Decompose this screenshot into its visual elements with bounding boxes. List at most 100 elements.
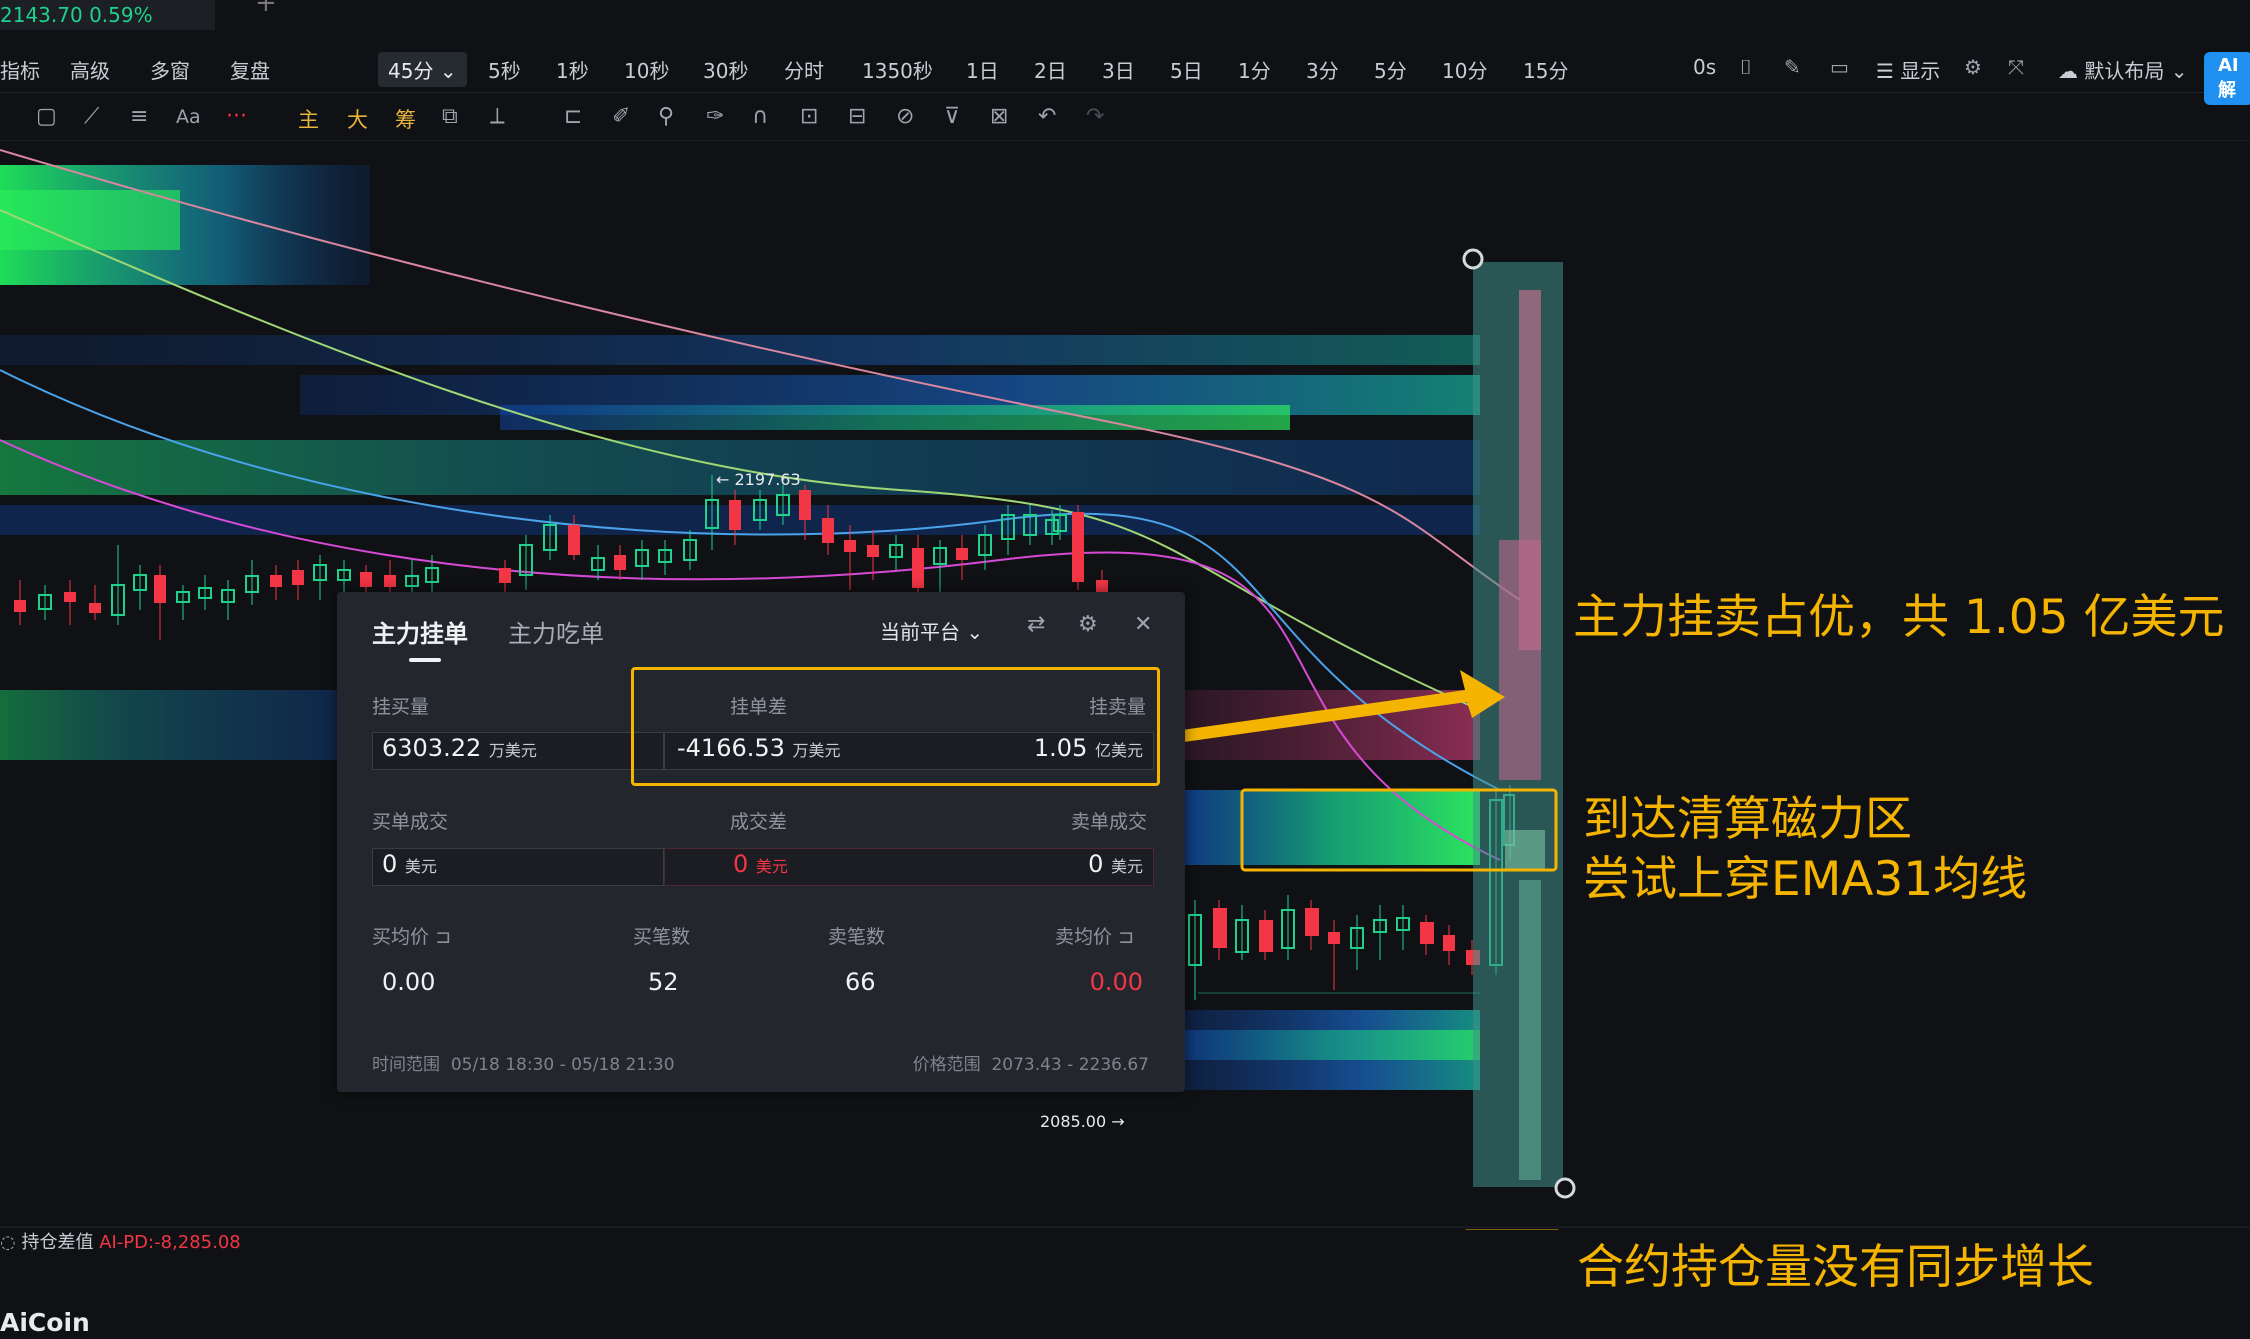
redo-icon[interactable]: ↷: [1086, 104, 1104, 129]
sell-fill-value: 0 美元: [1088, 850, 1143, 878]
layout-select[interactable]: ☁ 默认布局 ⌄: [2058, 55, 2187, 84]
interval-timeshare[interactable]: 分时: [784, 55, 824, 84]
lock-icon[interactable]: ⊡: [800, 104, 818, 129]
tab-main-orders[interactable]: 主力挂单: [372, 614, 468, 649]
time-range-label: 时间范围: [372, 1055, 440, 1075]
interval-select-label: 45分: [388, 59, 434, 83]
line-tool-icon[interactable]: ⟋: [84, 104, 99, 129]
low-price-label: 2085.00 →: [1040, 1112, 1125, 1131]
buy-orders-value: 6303.22 万美元: [382, 734, 537, 762]
buy-orders-number: 6303.22: [382, 734, 482, 762]
parallel-lines-icon[interactable]: ≡: [130, 104, 148, 129]
price-range: 价格范围 2073.43 - 2236.67: [913, 1050, 1149, 1075]
platform-select[interactable]: 当前平台 ⌄: [880, 616, 983, 645]
swap-icon[interactable]: ⇄: [1027, 612, 1045, 637]
interval-1m[interactable]: 1分: [1238, 55, 1271, 84]
display-label: 显示: [1900, 59, 1941, 83]
aicoin-logo: AiCoin: [0, 1308, 90, 1337]
main-force-button[interactable]: 主: [298, 104, 319, 134]
settings-icon[interactable]: ⚙: [1078, 612, 1098, 637]
tag-icon[interactable]: ⊐: [435, 926, 451, 948]
chips-button[interactable]: 筹: [395, 104, 416, 134]
fill-diff-number: 0: [733, 850, 749, 878]
sell-avg-value: 0.00: [1089, 968, 1143, 996]
pen-icon[interactable]: ✎: [1784, 55, 1801, 79]
tab-main-fills[interactable]: 主力吃单: [508, 614, 604, 649]
countdown-label[interactable]: 0s: [1693, 55, 1716, 79]
open-interest-header: ◌ 持仓差值 AI-PD:-8,285.08: [0, 1228, 241, 1254]
interval-10s[interactable]: 10秒: [624, 55, 669, 84]
text-tool-icon[interactable]: Aa: [176, 106, 201, 128]
settings-icon[interactable]: ⚙: [1964, 55, 1982, 79]
subpanel-title: 持仓差值: [21, 1232, 94, 1253]
subpanel-value: AI-PD:-8,285.08: [99, 1232, 241, 1253]
interval-10m[interactable]: 10分: [1442, 55, 1487, 84]
brush-icon[interactable]: ✑: [706, 104, 724, 129]
camera-icon[interactable]: ⌷: [1740, 55, 1752, 79]
display-button[interactable]: ☰ 显示: [1876, 55, 1940, 84]
chevron-down-icon: ⌄: [2170, 59, 2188, 83]
interval-15m[interactable]: 15分: [1523, 55, 1568, 84]
magnet-icon[interactable]: ∩: [752, 104, 768, 129]
multi-window-button[interactable]: 多窗: [150, 55, 190, 84]
high-price-label: ← 2197.63: [716, 470, 801, 489]
platform-label: 当前平台: [880, 620, 960, 644]
fill-diff-label: 成交差: [730, 811, 788, 833]
buy-fill-number: 0: [382, 850, 398, 878]
indicator-button[interactable]: 指标: [0, 55, 40, 84]
fullscreen-icon[interactable]: ⤧: [2008, 55, 2024, 79]
chevron-down-icon: ⌄: [966, 620, 984, 644]
sell-fill-unit: 美元: [1110, 857, 1143, 876]
clone-icon[interactable]: ⧉: [442, 104, 458, 129]
sell-avg-text: 卖均价: [1055, 926, 1113, 948]
volume-profile: [1462, 248, 1576, 1199]
filter-icon[interactable]: ⊽: [944, 104, 960, 129]
replay-button[interactable]: 复盘: [230, 55, 270, 84]
buy-count-value: 52: [648, 968, 679, 996]
buy-fill-value: 0 美元: [382, 850, 437, 878]
time-range-value: 05/18 18:30 - 05/18 21:30: [450, 1055, 675, 1075]
trash-icon[interactable]: ⊠: [990, 104, 1008, 129]
interval-2d[interactable]: 2日: [1034, 55, 1067, 84]
buy-avg-text: 买均价: [372, 926, 430, 948]
tag-icon[interactable]: ⊐: [1118, 926, 1134, 948]
measure-icon[interactable]: ⟂: [490, 104, 505, 129]
ruler-icon[interactable]: ✐: [612, 104, 630, 129]
annotation-ema31: 尝试上穿EMA31均线: [1583, 852, 2028, 907]
interval-1s[interactable]: 1秒: [556, 55, 589, 84]
chevron-down-icon: ⌄: [439, 59, 457, 83]
undo-icon[interactable]: ↶: [1038, 104, 1056, 129]
interval-5d[interactable]: 5日: [1170, 55, 1203, 84]
eye-icon[interactable]: ◌: [0, 1232, 16, 1253]
sell-fill-number: 0: [1088, 850, 1104, 878]
buy-avg-value: 0.00: [382, 968, 436, 996]
interval-1d[interactable]: 1日: [966, 55, 999, 84]
fill-diff-value: 0 美元: [733, 850, 788, 878]
link-icon[interactable]: ⊘: [896, 104, 914, 129]
interval-1350s[interactable]: 1350秒: [862, 55, 933, 84]
more-dots-icon[interactable]: ···: [226, 104, 247, 129]
buy-orders-unit: 万美元: [488, 741, 537, 760]
close-icon[interactable]: ✕: [1134, 612, 1152, 637]
time-range: 时间范围 05/18 18:30 - 05/18 21:30: [372, 1050, 675, 1075]
crop-icon[interactable]: ⊏: [564, 104, 582, 129]
annotation-sell-dominant: 主力挂卖占优，共 1.05 亿美元: [1573, 590, 2225, 645]
interval-3d[interactable]: 3日: [1102, 55, 1135, 84]
chat-icon[interactable]: ▭: [1830, 55, 1849, 79]
interval-5m[interactable]: 5分: [1374, 55, 1407, 84]
zoom-icon[interactable]: ⚲: [658, 104, 674, 129]
order-diff-highlight: [631, 667, 1160, 786]
interval-select[interactable]: 45分 ⌄: [378, 52, 467, 87]
big-order-button[interactable]: 大: [347, 104, 368, 134]
add-tab-icon[interactable]: +: [255, 0, 277, 18]
annotation-liquidation-zone: 到达清算磁力区: [1583, 792, 1912, 847]
advanced-button[interactable]: 高级: [70, 55, 110, 84]
buy-avg-label: 买均价 ⊐: [372, 922, 451, 949]
interval-30s[interactable]: 30秒: [703, 55, 748, 84]
ticker-text: 2143.70 0.59%: [0, 3, 153, 27]
interval-5s[interactable]: 5秒: [488, 55, 521, 84]
fill-diff-unit: 美元: [755, 857, 788, 876]
interval-3m[interactable]: 3分: [1306, 55, 1339, 84]
hide-icon[interactable]: ⊟: [848, 104, 866, 129]
rectangle-icon[interactable]: ▢: [36, 104, 57, 129]
